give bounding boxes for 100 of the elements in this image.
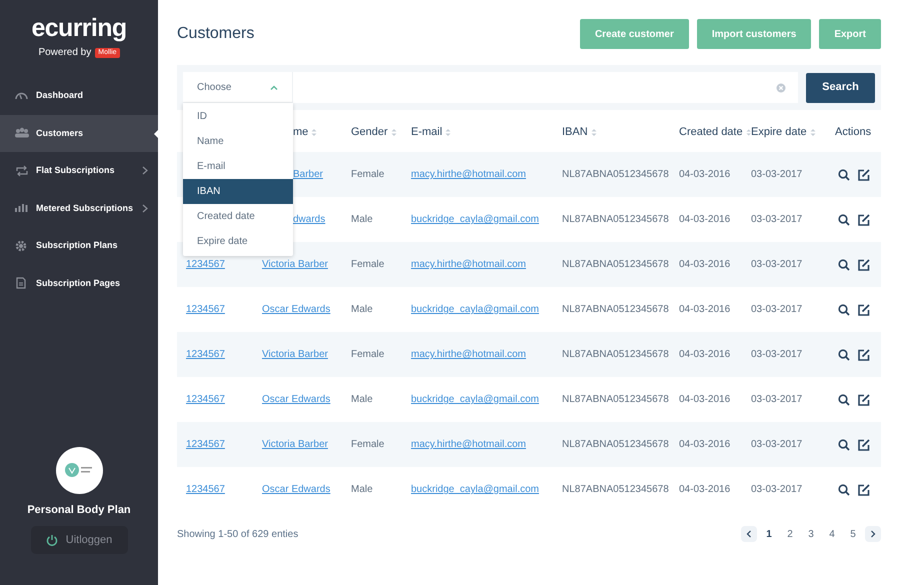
table-cell: Female	[351, 169, 384, 180]
id-link[interactable]: 1234567	[186, 259, 225, 270]
search-icon[interactable]	[838, 394, 850, 406]
email-link[interactable]: macy.hirthe@hotmail.com	[411, 349, 526, 360]
table-cell: 04-03-2016	[679, 439, 730, 450]
email-link[interactable]: buckridge_cayla@gmail.com	[411, 484, 539, 495]
bar-chart-icon	[15, 202, 29, 214]
nav-item[interactable]: Customers	[0, 114, 158, 152]
column-header[interactable]: Gender	[351, 124, 388, 140]
table-cell: NL87ABNA0512345678	[562, 349, 669, 360]
email-link[interactable]: buckridge_cayla@gmail.com	[411, 394, 539, 405]
search-icon[interactable]	[838, 438, 850, 450]
edit-icon[interactable]	[858, 348, 870, 360]
page-button[interactable]: 2	[781, 526, 799, 542]
dropdown-select[interactable]: Choose	[183, 72, 293, 103]
edit-icon[interactable]	[858, 304, 870, 316]
logout-button[interactable]: Uitloggen	[30, 526, 128, 554]
nav-item[interactable]: Metered Subscriptions	[0, 190, 158, 227]
search-icon[interactable]	[838, 304, 850, 316]
table-cell: NL87ABNA0512345678	[562, 304, 669, 315]
search-icon[interactable]	[838, 484, 850, 496]
account-name: Personal Body Plan	[27, 502, 131, 518]
chevron-up-icon	[270, 84, 278, 90]
column-header[interactable]: Created date	[679, 124, 743, 140]
power-icon	[46, 534, 58, 546]
table-cell: 03-03-2017	[751, 259, 802, 270]
dropdown-option[interactable]: Created date	[183, 204, 293, 229]
email-link[interactable]: macy.hirthe@hotmail.com	[411, 439, 526, 450]
search-icon[interactable]	[838, 258, 850, 270]
table-cell: 04-03-2016	[679, 304, 730, 315]
table-cell: 04-03-2016	[679, 484, 730, 495]
action-button[interactable]: Import customers	[696, 19, 812, 49]
table-cell: 03-03-2017	[751, 214, 802, 225]
next-page-icon[interactable]	[865, 526, 881, 542]
edit-icon[interactable]	[858, 394, 870, 406]
email-link[interactable]: buckridge_cayla@gmail.com	[411, 214, 539, 225]
name-link[interactable]: Oscar Edwards	[262, 394, 330, 405]
page-button[interactable]: 4	[823, 526, 841, 542]
nav-item[interactable]: Flat Subscriptions	[0, 152, 158, 190]
page-button[interactable]: 1	[760, 526, 778, 542]
table-cell: Male	[351, 394, 373, 405]
name-link[interactable]: Oscar Edwards	[262, 484, 330, 495]
search-field[interactable]	[293, 72, 798, 103]
powered-by-text: Powered by	[38, 46, 92, 60]
email-link[interactable]: buckridge_cayla@gmail.com	[411, 304, 539, 315]
id-link[interactable]: 1234567	[186, 439, 225, 450]
name-link[interactable]: Victoria Barber	[262, 259, 328, 270]
logo: ecurring	[31, 16, 127, 41]
column-header[interactable]: me	[293, 124, 308, 140]
dropdown-option[interactable]: Expire date	[183, 229, 293, 254]
table-cell: Male	[351, 214, 373, 225]
nav-item[interactable]: Dashboard	[0, 77, 158, 114]
id-link[interactable]: 1234567	[186, 394, 225, 405]
name-link[interactable]: Barber	[293, 169, 324, 180]
dropdown-option[interactable]: Name	[183, 129, 293, 154]
edit-icon[interactable]	[858, 168, 870, 180]
edit-icon[interactable]	[858, 258, 870, 270]
previous-page-icon[interactable]	[741, 526, 757, 542]
search-icon[interactable]	[838, 348, 850, 360]
name-link[interactable]: dwards	[293, 214, 326, 225]
name-link[interactable]: Victoria Barber	[262, 439, 328, 450]
table-cell: 03-03-2017	[751, 439, 802, 450]
id-link[interactable]: 1234567	[186, 349, 225, 360]
search-icon[interactable]	[838, 214, 850, 226]
email-link[interactable]: macy.hirthe@hotmail.com	[411, 169, 526, 180]
id-link[interactable]: 1234567	[186, 484, 225, 495]
results-summary: Showing 1-50 of 629 enties	[177, 528, 298, 542]
page-button[interactable]: 5	[844, 526, 862, 542]
dropdown-option[interactable]: IBAN	[183, 179, 293, 204]
table-cell: Male	[351, 304, 373, 315]
table-cell: 03-03-2017	[751, 484, 802, 495]
dropdown-option[interactable]: E-mail	[183, 154, 293, 179]
column-header[interactable]: E-mail	[411, 124, 442, 140]
page-title: Customers	[177, 24, 254, 44]
edit-icon[interactable]	[858, 214, 870, 226]
settings-icon	[15, 240, 29, 252]
column-header[interactable]: IBAN	[562, 124, 588, 140]
table-cell: NL87ABNA0512345678	[562, 394, 669, 405]
column-header: Actions	[835, 124, 872, 140]
action-button[interactable]: Create customer	[580, 19, 689, 49]
nav-item[interactable]: Subscription Plans	[0, 227, 158, 264]
column-header[interactable]: Expire date	[751, 124, 807, 140]
email-link[interactable]: macy.hirthe@hotmail.com	[411, 259, 526, 270]
table-cell: Male	[351, 484, 373, 495]
table-cell: 03-03-2017	[751, 394, 802, 405]
table-cell: 03-03-2017	[751, 169, 802, 180]
name-link[interactable]: Victoria Barber	[262, 349, 328, 360]
action-button[interactable]: Export	[819, 19, 881, 49]
nav-item[interactable]: Subscription Pages	[0, 264, 158, 302]
table-cell: Female	[351, 259, 384, 270]
id-link[interactable]: 1234567	[186, 304, 225, 315]
table-cell: 04-03-2016	[679, 349, 730, 360]
edit-icon[interactable]	[858, 484, 870, 496]
page-button[interactable]: 3	[802, 526, 820, 542]
name-link[interactable]: Oscar Edwards	[262, 304, 330, 315]
search-button[interactable]: Search	[806, 72, 875, 102]
repeat-icon	[15, 164, 29, 177]
search-icon[interactable]	[838, 168, 850, 180]
dropdown-option[interactable]: ID	[183, 104, 293, 129]
edit-icon[interactable]	[858, 438, 870, 450]
